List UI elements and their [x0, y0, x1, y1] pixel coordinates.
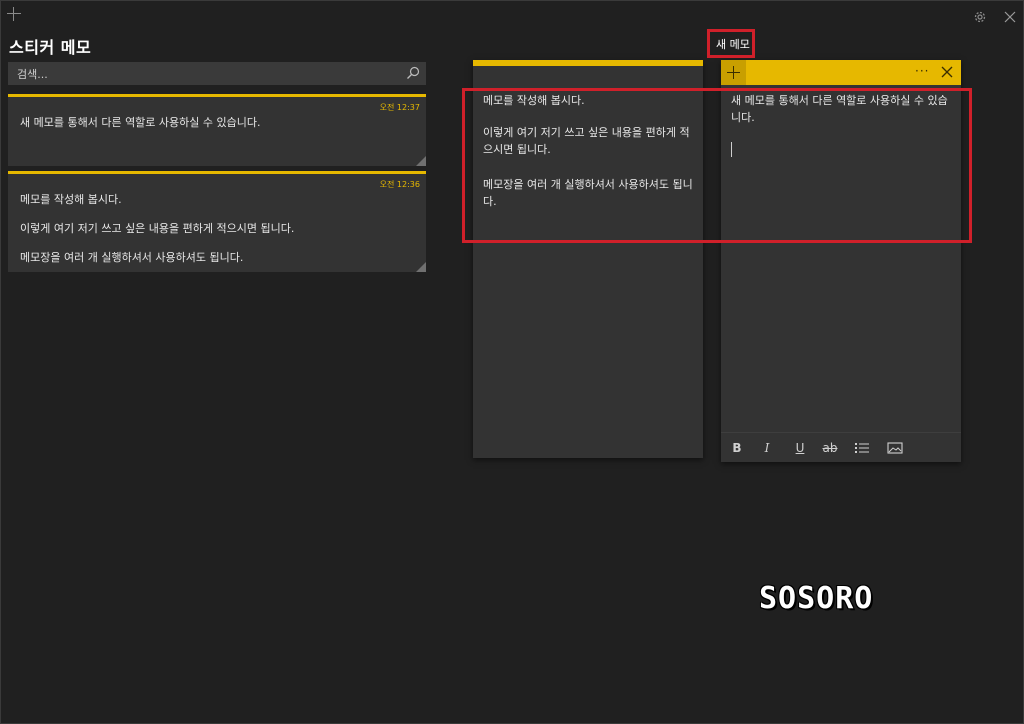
- bulleted-list-icon[interactable]: [854, 439, 870, 457]
- note-preview-text: 메모를 작성해 봅시다.: [20, 193, 122, 206]
- watermark-logo: SOSORO: [759, 581, 874, 616]
- note-timestamp: 오전 12:37: [379, 103, 420, 112]
- search-icon[interactable]: [406, 66, 420, 80]
- add-note-plus-icon[interactable]: [7, 7, 21, 21]
- app-title: 스티커 메모: [9, 38, 92, 57]
- note-list-item[interactable]: 오전 12:36 메모를 작성해 봅시다. 이렇게 여기 저기 쓰고 싶은 내용…: [8, 171, 426, 272]
- annotation-highlight-box: [462, 88, 972, 243]
- image-icon[interactable]: [886, 439, 904, 457]
- page-fold-icon: [416, 262, 426, 272]
- new-memo-label: 새 메모: [716, 38, 750, 51]
- page-fold-icon: [416, 156, 426, 166]
- note-header[interactable]: ···: [721, 60, 961, 85]
- plus-icon[interactable]: [721, 60, 746, 85]
- underline-button[interactable]: U: [792, 439, 808, 457]
- note-preview-text: 새 메모를 통해서 다른 역할로 사용하실 수 있습니다.: [20, 116, 261, 129]
- title-bar: [1, 1, 1024, 33]
- strikethrough-button[interactable]: ab: [821, 439, 839, 457]
- more-icon[interactable]: ···: [915, 64, 929, 78]
- note-preview-text: 이렇게 여기 저기 쓰고 싶은 내용을 편하게 적으시면 됩니다.: [20, 222, 295, 235]
- search-input[interactable]: 검색...: [17, 66, 48, 82]
- bold-button[interactable]: B: [729, 439, 745, 457]
- close-icon[interactable]: [1004, 11, 1016, 23]
- formatting-toolbar: B I U ab: [721, 432, 961, 462]
- note-list-item[interactable]: 오전 12:37 새 메모를 통해서 다른 역할로 사용하실 수 있습니다.: [8, 94, 426, 166]
- search-box[interactable]: 검색...: [8, 62, 426, 85]
- note-preview-text: 메모장을 여러 개 실행하셔서 사용하셔도 됩니다.: [20, 251, 244, 264]
- close-icon[interactable]: [941, 66, 953, 78]
- note-timestamp: 오전 12:36: [379, 180, 420, 189]
- app-window: 스티커 메모 검색... 오전 12:37 새 메모를 통해서 다른 역할로 사…: [0, 0, 1024, 724]
- note-color-bar: [473, 60, 703, 66]
- settings-gear-icon[interactable]: [973, 10, 987, 24]
- italic-button[interactable]: I: [759, 439, 775, 457]
